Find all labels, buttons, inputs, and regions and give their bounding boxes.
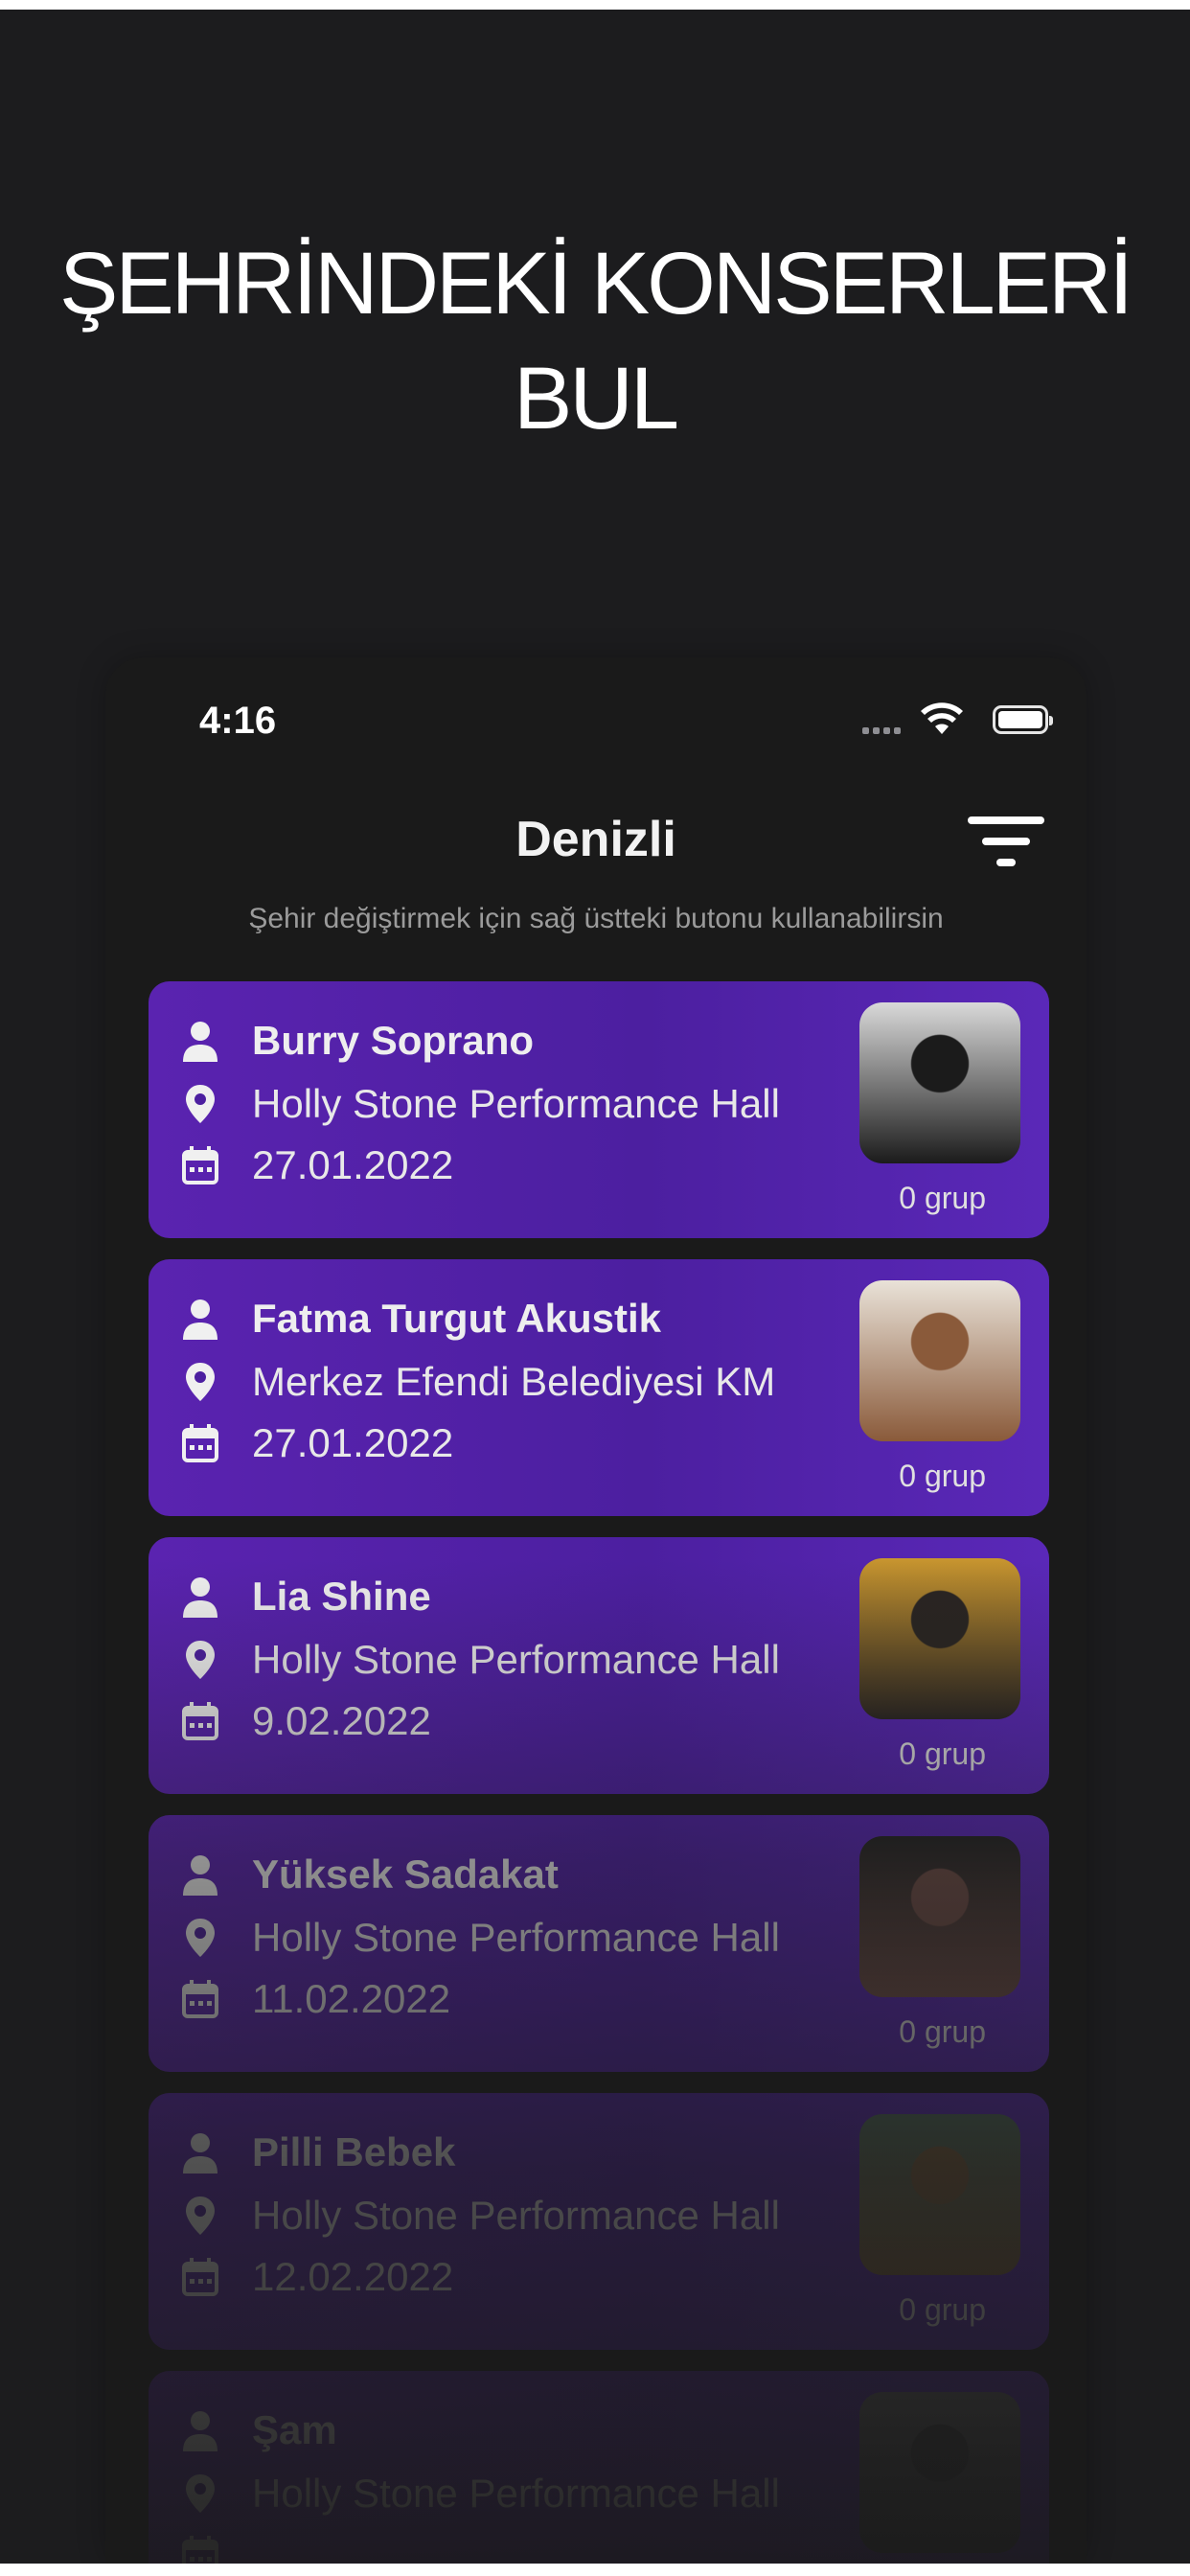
person-icon [183, 2411, 217, 2451]
promo-title-line1: ŞEHRİNDEKİ KONSERLERİ [59, 235, 1133, 333]
person-icon [183, 1300, 217, 1340]
event-date: 27.01.2022 [252, 1142, 454, 1187]
phone-screen: 4:16 Denizli Şehir değiştirmek için sağ … [105, 657, 1087, 2564]
signal-icon [862, 723, 906, 734]
city-hint: Şehir değiştirmek için sağ üstteki buton… [248, 903, 944, 934]
person-icon [183, 2133, 217, 2174]
artist-photo [859, 1836, 1020, 1997]
event-list: Burry Soprano Holly Stone Performance Ha… [149, 981, 1049, 2564]
calendar-icon [182, 2536, 218, 2564]
event-card[interactable]: Pilli Bebek Holly Stone Performance Hall… [149, 2093, 1049, 2350]
venue-name: Merkez Efendi Belediyesi KM [252, 1359, 776, 1404]
artist-photo [859, 2392, 1020, 2553]
location-pin-icon [186, 1363, 215, 1401]
group-count: 0 grup [899, 2014, 986, 2049]
group-count: 0 grup [899, 1459, 986, 1493]
location-pin-icon [186, 2474, 215, 2513]
artist-name: Fatma Turgut Akustik [252, 1296, 662, 1341]
event-date: 11.02.2022 [252, 1976, 451, 2021]
status-icons [837, 702, 1053, 736]
city-title: Denizli [515, 812, 676, 867]
artist-name: Şam [252, 2407, 337, 2452]
person-icon [183, 1022, 217, 1062]
venue-name: Holly Stone Performance Hall [252, 1915, 780, 1960]
calendar-icon [182, 2258, 218, 2296]
event-card[interactable]: Şam Holly Stone Performance Hall [149, 2371, 1049, 2564]
promo-frame: ŞEHRİNDEKİ KONSERLERİ BUL 4:16 Denizli Ş… [0, 10, 1190, 2564]
person-icon [183, 1855, 217, 1896]
event-date: 27.01.2022 [252, 1420, 454, 1465]
group-count: 0 grup [899, 1181, 986, 1215]
promo-title: ŞEHRİNDEKİ KONSERLERİ BUL [0, 226, 1190, 456]
artist-name: Pilli Bebek [252, 2129, 456, 2174]
venue-name: Holly Stone Performance Hall [252, 1081, 780, 1126]
artist-photo [859, 1280, 1020, 1441]
event-date: 12.02.2022 [252, 2254, 454, 2299]
wifi-icon [921, 702, 963, 734]
group-count: 0 grup [899, 1736, 986, 1771]
battery-icon [993, 705, 1053, 734]
artist-name: Burry Soprano [252, 1018, 535, 1063]
artist-name: Yüksek Sadakat [252, 1852, 559, 1897]
artist-photo [859, 1002, 1020, 1163]
calendar-icon [182, 1424, 218, 1462]
calendar-icon [182, 1146, 218, 1184]
artist-photo [859, 1558, 1020, 1719]
location-pin-icon [186, 2196, 215, 2235]
event-date: 9.02.2022 [252, 1698, 431, 1743]
promo-title-line2: BUL [514, 350, 679, 448]
event-card[interactable]: Burry Soprano Holly Stone Performance Ha… [149, 981, 1049, 1238]
artist-name: Lia Shine [252, 1574, 431, 1619]
event-card[interactable]: Yüksek Sadakat Holly Stone Performance H… [149, 1815, 1049, 2072]
venue-name: Holly Stone Performance Hall [252, 2193, 780, 2238]
venue-name: Holly Stone Performance Hall [252, 1637, 780, 1682]
location-pin-icon [186, 1919, 215, 1957]
status-time: 4:16 [199, 700, 277, 742]
artist-photo [859, 2114, 1020, 2275]
location-pin-icon [186, 1641, 215, 1679]
group-count: 0 grup [899, 2292, 986, 2327]
filter-icon [968, 816, 1044, 824]
venue-name: Holly Stone Performance Hall [252, 2471, 780, 2516]
calendar-icon [182, 1702, 218, 1740]
event-card[interactable]: Fatma Turgut Akustik Merkez Efendi Beled… [149, 1259, 1049, 1516]
calendar-icon [182, 1980, 218, 2018]
location-pin-icon [186, 1085, 215, 1123]
event-card[interactable]: Lia Shine Holly Stone Performance Hall 9… [149, 1537, 1049, 1794]
filter-button[interactable] [968, 816, 1044, 868]
person-icon [183, 1577, 217, 1618]
